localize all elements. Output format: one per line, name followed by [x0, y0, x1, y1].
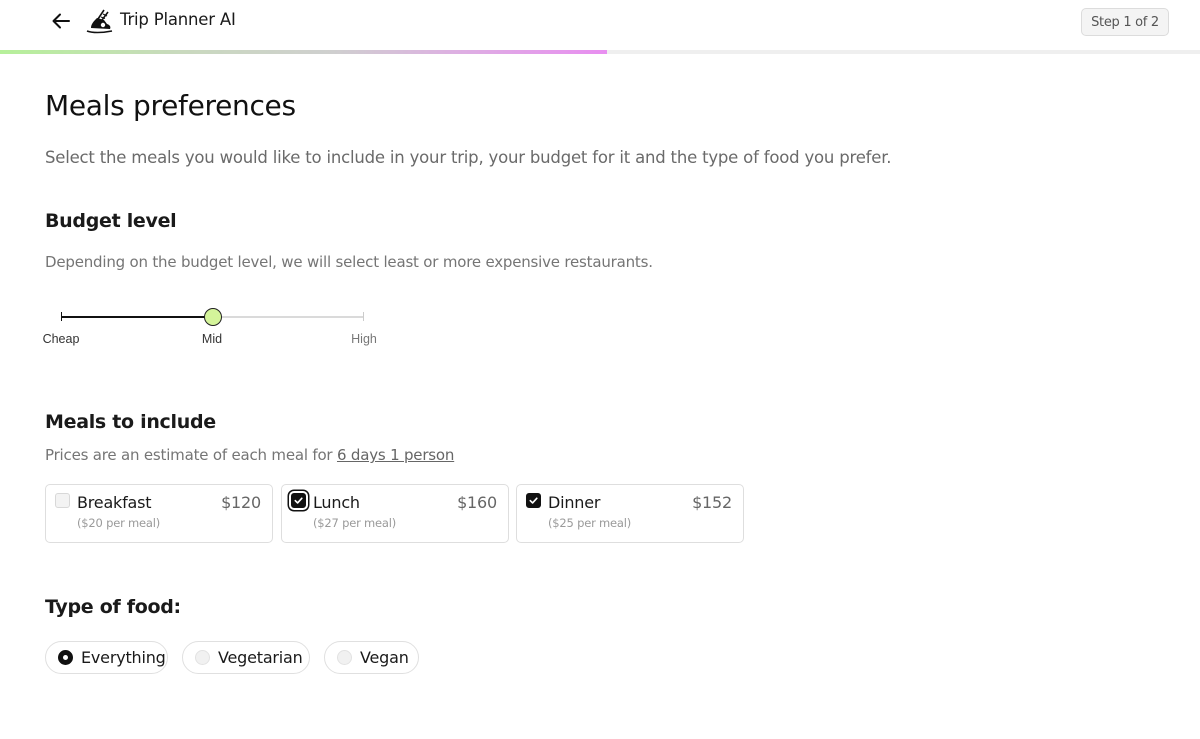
- food-option-label: Vegan: [360, 648, 409, 667]
- back-button[interactable]: [50, 10, 72, 32]
- meal-total-price: $120: [221, 493, 261, 512]
- food-option-everything[interactable]: Everything: [45, 641, 168, 674]
- radio-everything[interactable]: [58, 650, 73, 665]
- food-option-vegan[interactable]: Vegan: [324, 641, 419, 674]
- food-type-heading: Type of food:: [45, 596, 181, 618]
- meal-card-dinner[interactable]: Dinner $152 ($25 per meal): [516, 484, 744, 543]
- meal-total-price: $160: [457, 493, 497, 512]
- radio-vegetarian[interactable]: [195, 650, 210, 665]
- dinner-checkbox[interactable]: [526, 493, 541, 508]
- budget-heading: Budget level: [45, 210, 177, 232]
- food-option-vegetarian[interactable]: Vegetarian: [182, 641, 310, 674]
- page-title: Meals preferences: [45, 89, 296, 122]
- arrow-left-icon: [52, 13, 70, 29]
- slider-label-mid[interactable]: Mid: [202, 332, 222, 346]
- progress-fill: [0, 50, 608, 54]
- trip-duration-link[interactable]: 6 days 1 person: [337, 446, 454, 464]
- meal-total-price: $152: [692, 493, 732, 512]
- meal-name: Breakfast: [77, 493, 152, 512]
- ski-boot-icon: [84, 6, 114, 36]
- step-badge: Step 1 of 2: [1081, 8, 1169, 36]
- slider-tick-cheap: [61, 312, 62, 321]
- food-option-label: Vegetarian: [218, 648, 303, 667]
- budget-slider[interactable]: Cheap Mid High: [40, 300, 385, 350]
- food-option-label: Everything: [81, 648, 166, 667]
- meals-description: Prices are an estimate of each meal for …: [45, 446, 454, 464]
- app-title: Trip Planner AI: [120, 10, 236, 29]
- meal-per-price: ($20 per meal): [77, 516, 161, 530]
- progress-bar: [0, 50, 1200, 54]
- meals-description-text: Prices are an estimate of each meal for: [45, 446, 337, 464]
- meal-name: Dinner: [548, 493, 601, 512]
- slider-label-high[interactable]: High: [351, 332, 377, 346]
- meal-card-lunch[interactable]: Lunch $160 ($27 per meal): [281, 484, 509, 543]
- checkmark-icon: [294, 497, 303, 504]
- meals-heading: Meals to include: [45, 411, 216, 433]
- meal-per-price: ($25 per meal): [548, 516, 632, 530]
- slider-tick-high: [363, 312, 364, 321]
- meal-name: Lunch: [313, 493, 360, 512]
- meal-per-price: ($27 per meal): [313, 516, 397, 530]
- page-description: Select the meals you would like to inclu…: [45, 148, 892, 167]
- slider-label-cheap[interactable]: Cheap: [43, 332, 80, 346]
- budget-description: Depending on the budget level, we will s…: [45, 253, 653, 271]
- slider-fill: [61, 316, 213, 318]
- radio-vegan[interactable]: [337, 650, 352, 665]
- checkmark-icon: [529, 497, 538, 504]
- top-bar: Trip Planner AI Step 1 of 2: [0, 0, 1200, 50]
- lunch-checkbox[interactable]: [291, 493, 306, 508]
- slider-thumb[interactable]: [203, 308, 222, 326]
- breakfast-checkbox[interactable]: [55, 493, 70, 508]
- meal-card-breakfast[interactable]: Breakfast $120 ($20 per meal): [45, 484, 273, 543]
